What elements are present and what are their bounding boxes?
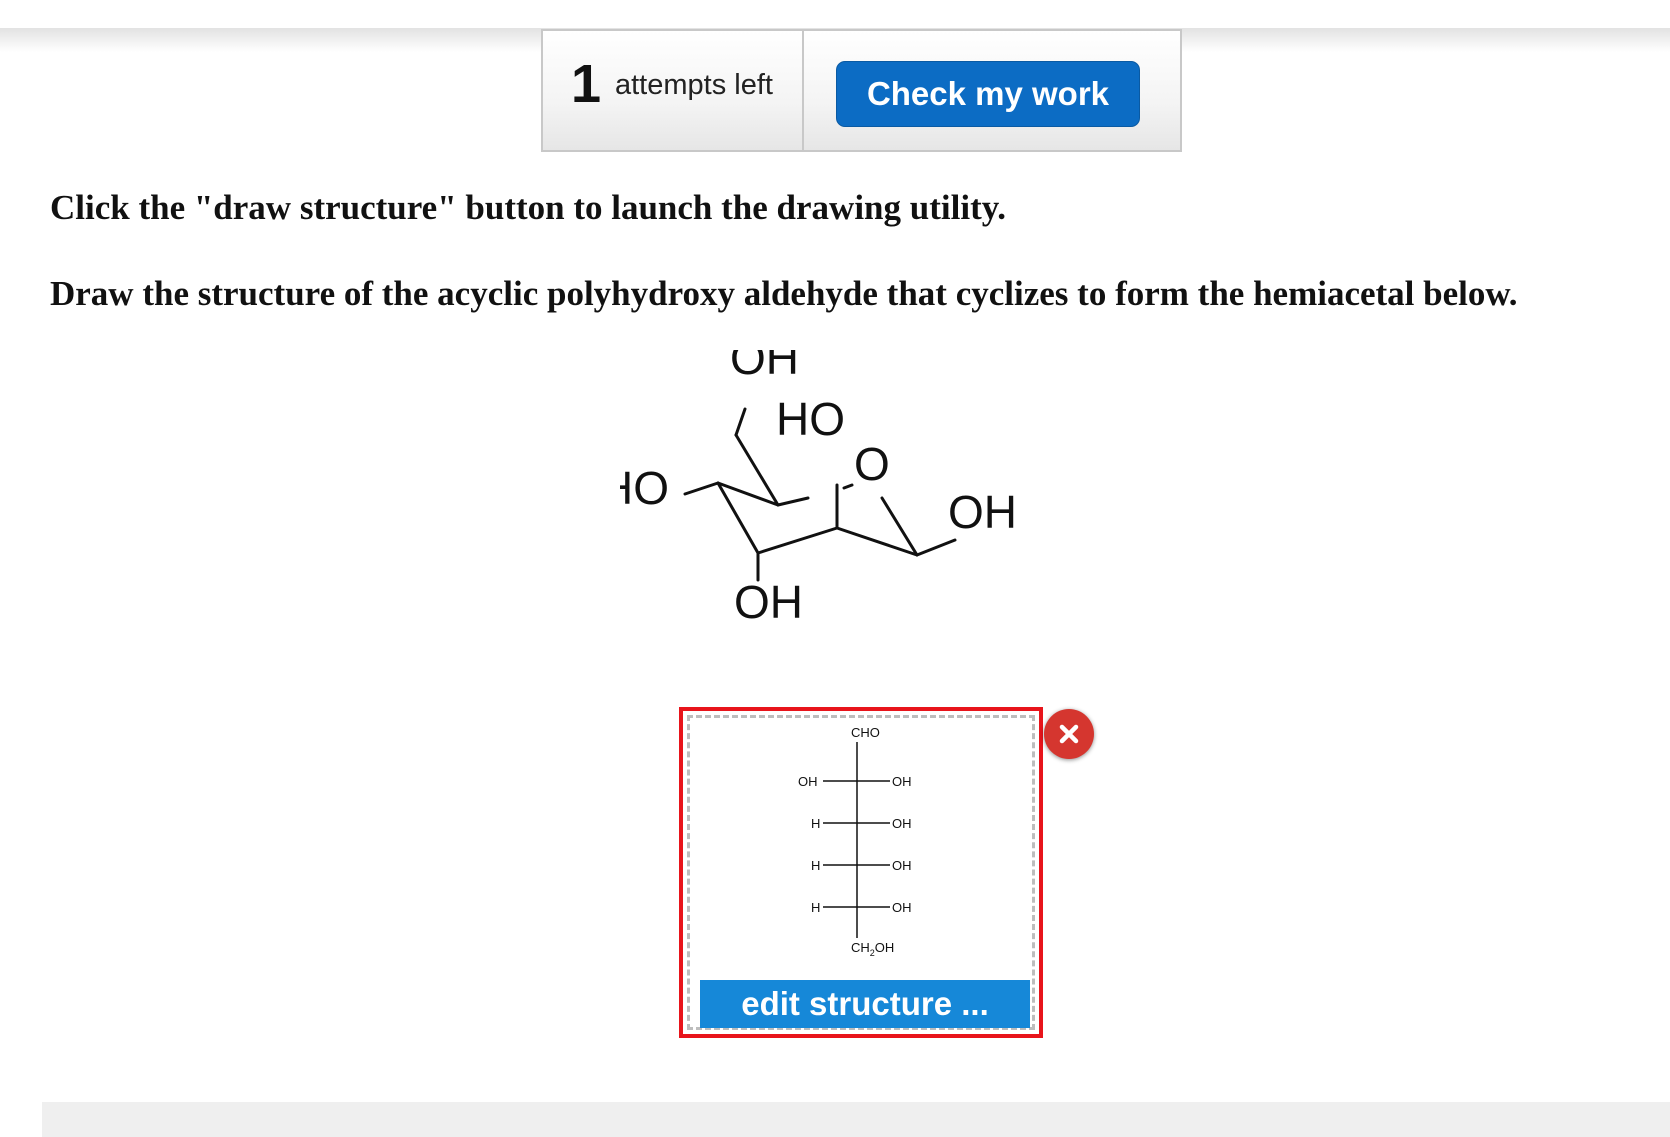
fischer-top-label: CHO <box>851 725 880 740</box>
answer-area[interactable]: CHO OH OH H OH H OH H OH CH2OH edit stru… <box>679 707 1043 1038</box>
attempts-counter: 1 attempts left <box>541 29 804 152</box>
ho-label-c3: HO <box>620 462 669 514</box>
fischer-row-4-right: OH <box>892 900 912 915</box>
fischer-bottom-main: CH <box>851 940 870 955</box>
instruction-launch: Click the "draw structure" button to lau… <box>50 188 1007 227</box>
bond-c4-ho <box>683 481 720 496</box>
hemiacetal-structure: OH HO O HO OH OH <box>620 350 1017 628</box>
bond-c4-c3 <box>716 481 760 555</box>
answer-preview: CHO OH OH H OH H OH H OH CH2OH edit stru… <box>687 715 1035 1030</box>
fischer-row-3-right: OH <box>892 858 912 873</box>
attempts-label: attempts left <box>615 69 773 101</box>
fischer-bottom-tail: OH <box>875 940 895 955</box>
bond-ch2oh-oh <box>734 407 747 437</box>
edit-structure-button[interactable]: edit structure ... <box>700 980 1030 1028</box>
ho-label-c4: HO <box>776 393 845 445</box>
fischer-row-4-left: H <box>811 900 820 915</box>
bond-c5-o-left <box>776 496 810 507</box>
check-my-work-button[interactable]: Check my work <box>836 61 1140 127</box>
fischer-row-2-right: OH <box>892 816 912 831</box>
fischer-row-1-left: OH <box>798 774 818 789</box>
instruction-question: Draw the structure of the acyclic polyhy… <box>50 274 1518 313</box>
oh-label-c2: OH <box>734 576 803 628</box>
ring-oxygen-label: O <box>854 438 890 490</box>
fischer-bottom-label: CH2OH <box>851 940 894 958</box>
fischer-row-1-right: OH <box>892 774 912 789</box>
oh-label-ch2oh: OH <box>730 350 799 384</box>
bond-ch2-c5 <box>734 433 780 507</box>
fischer-row-3-left: H <box>811 858 820 873</box>
bond-c5-o-right <box>842 483 854 490</box>
oh-label-anomeric: OH <box>948 486 1017 538</box>
attempts-count: 1 <box>571 54 602 114</box>
bond-c3-c2 <box>756 526 839 555</box>
fischer-row-2-left: H <box>811 816 820 831</box>
remove-structure-button[interactable] <box>1044 709 1094 759</box>
bond-c2-c1 <box>835 526 919 557</box>
fischer-projection: CHO OH OH H OH H OH H OH CH2OH <box>798 725 912 958</box>
bond-c1-oh <box>915 538 957 557</box>
close-icon <box>1059 724 1079 744</box>
check-panel: Check my work <box>804 29 1182 152</box>
footer-bar <box>42 1102 1670 1137</box>
